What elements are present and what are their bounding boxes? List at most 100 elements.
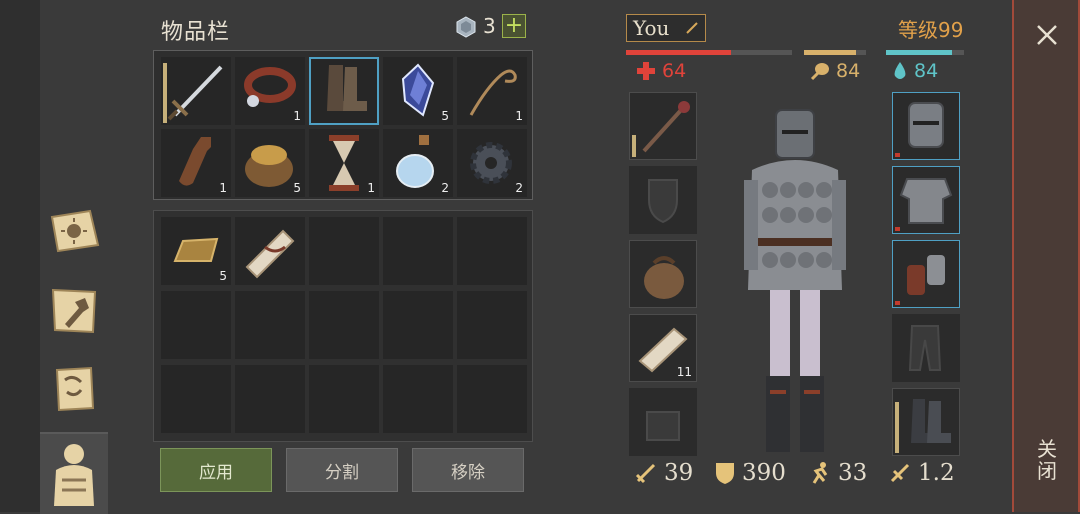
weight-stat: 1.2 xyxy=(888,460,955,486)
boots-slot[interactable] xyxy=(892,388,960,456)
close-panel[interactable] xyxy=(1012,0,1080,512)
gauntlets-icon xyxy=(907,255,945,295)
inventory-slot-empty[interactable] xyxy=(383,365,453,433)
inventory-slot[interactable]: 1 xyxy=(457,57,527,125)
item-quantity: 11 xyxy=(676,365,692,379)
thirst-bar xyxy=(886,50,964,55)
item-quantity: 5 xyxy=(293,181,301,195)
player-name-box[interactable]: You xyxy=(626,14,706,42)
inventory-slot-selected[interactable] xyxy=(309,57,379,125)
scroll-icon xyxy=(245,229,295,279)
backpack-slot-icon xyxy=(646,411,680,441)
close-label: 关闭 xyxy=(1037,437,1057,483)
hunger-value: 84 xyxy=(836,60,861,82)
inventory-slot-empty[interactable] xyxy=(235,365,305,433)
split-button[interactable]: 分割 xyxy=(286,448,398,492)
bag-icon xyxy=(644,256,684,299)
pants-slot[interactable] xyxy=(892,314,960,382)
inventory-slot[interactable]: 2 xyxy=(383,129,453,197)
durability-bar xyxy=(632,135,636,157)
inventory-slot-empty[interactable] xyxy=(309,217,379,285)
edit-quill-icon xyxy=(686,22,698,34)
hunger-stat: 84 xyxy=(808,60,860,82)
speed-value: 33 xyxy=(838,460,868,486)
health-value: 64 xyxy=(662,60,687,82)
inventory-slot-empty[interactable] xyxy=(161,365,231,433)
inventory-slot-empty[interactable] xyxy=(161,291,231,359)
health-bar-fill xyxy=(626,50,731,55)
speed-stat: 33 xyxy=(808,460,867,486)
pants-slot-icon xyxy=(908,325,942,371)
boots-icon xyxy=(327,65,367,111)
scroll-map-icon xyxy=(55,366,95,412)
tab-skills[interactable] xyxy=(40,200,108,262)
inventory-slot-empty[interactable] xyxy=(309,291,379,359)
close-icon[interactable] xyxy=(1030,18,1064,52)
add-slot-button[interactable]: + xyxy=(502,14,526,38)
gem-count: 3 xyxy=(483,14,496,38)
helmet-slot[interactable] xyxy=(892,92,960,160)
low-durability-mark xyxy=(895,301,900,305)
inventory-slot-empty[interactable] xyxy=(309,365,379,433)
apply-button[interactable]: 应用 xyxy=(160,448,272,492)
inventory-slot[interactable]: 1 xyxy=(309,129,379,197)
inventory-slot[interactable]: 5 xyxy=(161,217,231,285)
inventory-slot-empty[interactable] xyxy=(235,291,305,359)
low-durability-mark xyxy=(895,227,900,231)
low-durability-mark xyxy=(895,153,900,157)
armor-stat: 390 xyxy=(714,460,786,486)
player-name: You xyxy=(633,16,670,40)
item-quantity: 1 xyxy=(219,181,227,195)
tab-crafting[interactable] xyxy=(40,280,108,342)
quick-slot[interactable]: 11 xyxy=(629,314,697,382)
inventory-slot[interactable]: 2 xyxy=(457,129,527,197)
running-icon xyxy=(812,462,828,484)
inventory-slot[interactable]: 1 xyxy=(161,129,231,197)
shield-slot-icon xyxy=(648,179,678,224)
inventory-slot[interactable] xyxy=(161,57,231,125)
durability-bar xyxy=(895,402,899,453)
tab-map[interactable] xyxy=(40,358,108,420)
hunger-bar xyxy=(804,50,866,55)
inventory-slot[interactable] xyxy=(235,217,305,285)
chest-slot[interactable] xyxy=(892,166,960,234)
gem-icon xyxy=(456,16,476,38)
chest-armor-icon xyxy=(899,178,953,224)
character-icon xyxy=(54,444,94,506)
remove-button[interactable]: 移除 xyxy=(412,448,524,492)
bag-slot[interactable] xyxy=(629,240,697,308)
inventory-slot-empty[interactable] xyxy=(457,365,527,433)
weapon-slot[interactable] xyxy=(629,92,697,160)
armor-value: 390 xyxy=(742,460,786,486)
inventory-slot[interactable]: 1 xyxy=(235,57,305,125)
helmet-icon xyxy=(908,102,944,148)
shield-slot[interactable] xyxy=(629,166,697,234)
thirst-value: 84 xyxy=(914,60,939,82)
inventory-slot-empty[interactable] xyxy=(457,291,527,359)
inventory-slot-empty[interactable] xyxy=(383,217,453,285)
attack-stat: 39 xyxy=(634,460,693,486)
tab-character[interactable] xyxy=(40,432,108,514)
item-quantity: 2 xyxy=(515,181,523,195)
character-figure xyxy=(744,109,846,452)
backpack-slot[interactable] xyxy=(629,388,697,456)
item-quantity: 2 xyxy=(441,181,449,195)
inventory-slot[interactable]: 5 xyxy=(235,129,305,197)
inventory-slot-empty[interactable] xyxy=(457,217,527,285)
thirst-stat: 84 xyxy=(892,60,938,82)
drumstick-icon xyxy=(810,63,829,81)
level-label: 等级99 xyxy=(898,18,964,42)
inventory-grid-secondary: 5 xyxy=(153,210,533,442)
inventory-slot[interactable]: 5 xyxy=(383,57,453,125)
inventory-slot-empty[interactable] xyxy=(383,291,453,359)
thirst-bar-fill xyxy=(886,50,952,55)
hammer-icon xyxy=(51,288,97,334)
shield-stat-icon xyxy=(716,463,734,484)
boots-armor-icon xyxy=(911,399,951,443)
water-drop-icon xyxy=(894,62,906,79)
inventory-title: 物品栏 xyxy=(161,20,231,45)
attack-value: 39 xyxy=(664,460,694,486)
weight-value: 1.2 xyxy=(918,460,955,486)
gloves-slot[interactable] xyxy=(892,240,960,308)
item-quantity: 5 xyxy=(441,109,449,123)
